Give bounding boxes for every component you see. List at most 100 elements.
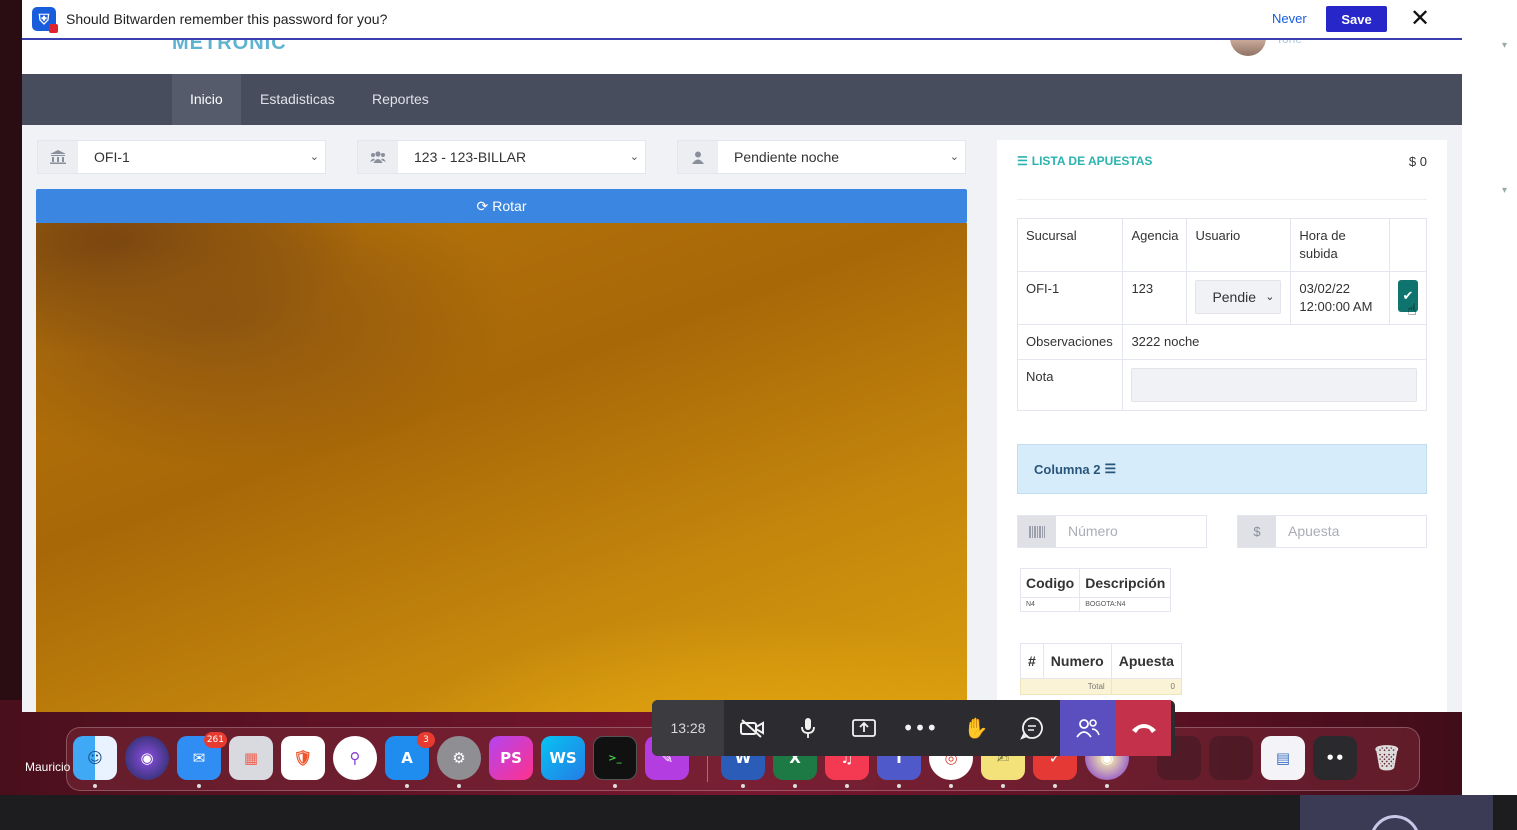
refresh-icon: ⟳ bbox=[476, 197, 489, 214]
usuario-value[interactable]: Pendiente noche ⌄ bbox=[718, 141, 965, 173]
main-nav: Inicio Estadisticas Reportes bbox=[22, 74, 1462, 125]
description-cell: BOGOTA:N4 bbox=[1079, 597, 1172, 612]
agencia-value[interactable]: 123 - 123-BILLAR ⌄ bbox=[398, 141, 645, 173]
running-indicator bbox=[457, 784, 461, 788]
usuario-row-select[interactable]: Pendie ⌄ bbox=[1195, 280, 1282, 314]
obs-value: 3222 noche bbox=[1122, 324, 1427, 360]
columna-2-header[interactable]: Columna 2 ☰ bbox=[1017, 444, 1427, 494]
camera-off-icon[interactable] bbox=[724, 700, 780, 756]
mail-icon[interactable]: ✉ 261 bbox=[177, 732, 227, 780]
nota-label: Nota bbox=[1016, 359, 1124, 411]
bank-icon bbox=[38, 141, 78, 173]
siri-icon[interactable]: ◉ bbox=[125, 736, 169, 780]
bitwarden-message: Should Bitwarden remember this password … bbox=[66, 11, 388, 27]
row-sucursal: OFI-1 bbox=[1016, 271, 1124, 325]
app-store-icon[interactable]: A3 bbox=[385, 732, 435, 780]
columna-2-label: Columna 2 bbox=[1034, 461, 1101, 477]
desktop: ▾ ▾ METRONIC Toñe Inicio Estadisticas Re… bbox=[0, 0, 1517, 830]
ticket-photo bbox=[36, 223, 967, 712]
header-agencia: Agencia bbox=[1122, 218, 1188, 272]
header-empty bbox=[1388, 218, 1428, 272]
row-fecha: 03/02/22 bbox=[1299, 281, 1351, 296]
numero-field[interactable]: Número bbox=[1017, 515, 1207, 548]
sucursal-select[interactable]: OFI-1 ⌄ bbox=[37, 140, 326, 174]
code-cell: N4 bbox=[1019, 597, 1081, 612]
bets-header-number: # bbox=[1020, 643, 1044, 679]
hang-up-icon[interactable] bbox=[1116, 700, 1171, 756]
raise-hand-icon[interactable]: ✋ bbox=[948, 700, 1004, 756]
more-options-icon[interactable]: ••• bbox=[892, 700, 948, 756]
browser-window-thumbnail[interactable]: ▤ bbox=[1261, 736, 1305, 780]
rotar-button[interactable]: ⟳ Rotar bbox=[36, 189, 967, 223]
close-icon[interactable]: ✕ bbox=[1410, 4, 1430, 32]
webstorm-icon[interactable]: WS bbox=[541, 736, 585, 780]
caret-icon: ▾ bbox=[1502, 40, 1508, 51]
usuario-text: Pendiente noche bbox=[734, 149, 840, 165]
header-hora: Hora de subida bbox=[1290, 218, 1390, 272]
running-indicator bbox=[793, 784, 797, 788]
chat-icon[interactable] bbox=[1004, 700, 1060, 756]
chevron-down-icon: ⌄ bbox=[949, 150, 959, 163]
obs-label: Observaciones bbox=[1016, 324, 1124, 360]
chevron-down-icon: ⌄ bbox=[1265, 291, 1275, 303]
bitwarden-bar: ⛨ Should Bitwarden remember this passwor… bbox=[22, 0, 1462, 40]
sucursal-value[interactable]: OFI-1 ⌄ bbox=[78, 141, 325, 173]
nota-input[interactable] bbox=[1131, 368, 1418, 402]
codes-header-descripcion: Descripción bbox=[1079, 568, 1172, 598]
apuesta-field[interactable]: $ Apuesta bbox=[1237, 515, 1427, 548]
teams-window-thumbnail[interactable]: •• bbox=[1313, 736, 1357, 780]
table-row: N4 BOGOTA:N4 bbox=[1019, 597, 1172, 612]
launchpad-icon[interactable]: ▦ bbox=[229, 736, 273, 780]
appstore-badge: 3 bbox=[417, 732, 435, 748]
app-header: METRONIC Toñe bbox=[22, 32, 1462, 74]
usuario-select[interactable]: Pendiente noche ⌄ bbox=[677, 140, 966, 174]
system-preferences-icon[interactable]: ⚙ bbox=[437, 736, 481, 780]
browser-window: METRONIC Toñe Inicio Estadisticas Report… bbox=[22, 0, 1462, 712]
chevron-down-icon: ⌄ bbox=[629, 150, 639, 163]
panel-title-text: LISTA DE APUESTAS bbox=[1031, 154, 1153, 168]
running-indicator bbox=[405, 784, 409, 788]
total-value: 0 bbox=[1110, 678, 1182, 695]
brave-icon[interactable]: 🛡 bbox=[281, 736, 325, 780]
microphone-icon[interactable] bbox=[780, 700, 836, 756]
header-usuario: Usuario bbox=[1186, 218, 1292, 272]
numero-input[interactable]: Número bbox=[1056, 516, 1206, 547]
participant-name: Mauricio bbox=[25, 760, 71, 774]
user-icon bbox=[678, 141, 718, 173]
codes-table: Codigo Descripción N4 BOGOTA:N4 bbox=[1019, 568, 1172, 612]
nav-item-estadisticas[interactable]: Estadisticas bbox=[242, 74, 353, 125]
agencia-select[interactable]: 123 - 123-BILLAR ⌄ bbox=[357, 140, 646, 174]
running-indicator bbox=[1001, 784, 1005, 788]
participants-icon[interactable] bbox=[1060, 700, 1116, 756]
usb-icon[interactable]: ⚲ bbox=[333, 736, 377, 780]
finder-icon[interactable]: ☺ bbox=[73, 736, 117, 780]
trash-icon[interactable]: 🗑 bbox=[1365, 736, 1409, 780]
panel-title: ☰ LISTA DE APUESTAS bbox=[1017, 154, 1152, 168]
save-button[interactable]: Save bbox=[1326, 6, 1387, 32]
call-timer: 13:28 bbox=[652, 700, 724, 756]
chrome-window-thumbnail[interactable] bbox=[1209, 736, 1253, 780]
running-indicator bbox=[197, 784, 201, 788]
phpstorm-label: PS bbox=[500, 749, 522, 767]
share-screen-icon[interactable] bbox=[836, 700, 892, 756]
nav-item-inicio[interactable]: Inicio bbox=[172, 74, 241, 125]
terminal-icon[interactable]: >_ bbox=[593, 736, 637, 780]
list-icon: ☰ bbox=[1017, 154, 1028, 168]
divider bbox=[1017, 199, 1427, 200]
caret-icon: ▾ bbox=[1502, 185, 1508, 196]
bitwarden-shield-icon: ⛨ bbox=[32, 7, 58, 33]
mail-badge: 261 bbox=[203, 732, 227, 748]
nav-item-reportes[interactable]: Reportes bbox=[354, 74, 447, 125]
hand-cursor-icon: ☝ bbox=[1407, 300, 1417, 319]
running-indicator bbox=[897, 784, 901, 788]
running-indicator bbox=[845, 784, 849, 788]
usuario-row-select-text: Pendie bbox=[1212, 289, 1257, 305]
phpstorm-icon[interactable]: PS bbox=[489, 736, 533, 780]
side-window-edge: ▾ ▾ bbox=[1462, 0, 1517, 795]
apuesta-input[interactable]: Apuesta bbox=[1276, 516, 1426, 547]
row-agencia: 123 bbox=[1122, 271, 1188, 325]
call-controls: 13:28 ••• ✋ bbox=[652, 700, 1175, 756]
never-button[interactable]: Never bbox=[1272, 11, 1307, 26]
running-indicator bbox=[613, 784, 617, 788]
bets-header-apuesta: Apuesta bbox=[1110, 643, 1182, 679]
